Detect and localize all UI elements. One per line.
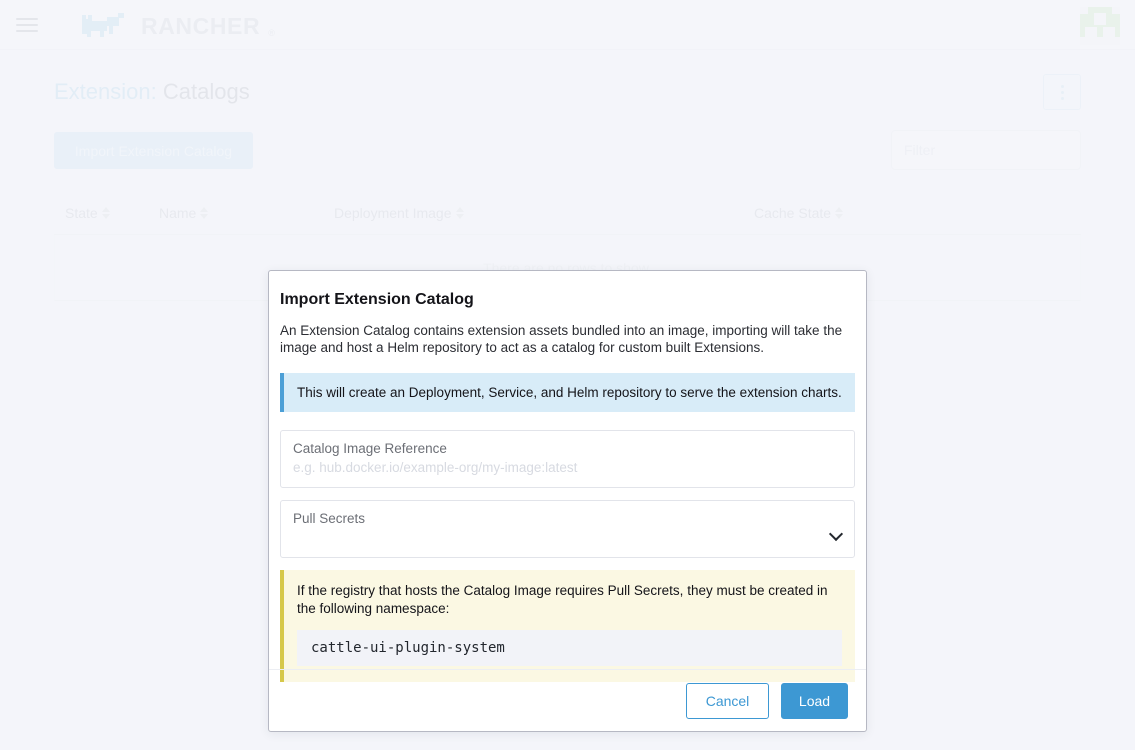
- catalog-image-reference-label: Catalog Image Reference: [293, 441, 447, 456]
- chevron-down-icon[interactable]: [828, 526, 844, 542]
- pull-secrets-select[interactable]: Pull Secrets: [280, 500, 855, 558]
- dialog-footer: Cancel Load: [269, 669, 866, 731]
- load-button[interactable]: Load: [781, 682, 848, 719]
- pull-secrets-warning-banner: If the registry that hosts the Catalog I…: [280, 570, 855, 682]
- dialog-body: Import Extension Catalog An Extension Ca…: [269, 271, 866, 682]
- dialog-description: An Extension Catalog contains extension …: [280, 323, 843, 355]
- warning-text: If the registry that hosts the Catalog I…: [297, 583, 828, 616]
- catalog-image-reference-placeholder: e.g. hub.docker.io/example-org/my-image:…: [293, 460, 578, 475]
- cancel-button[interactable]: Cancel: [686, 682, 769, 719]
- catalog-image-reference-field[interactable]: Catalog Image Reference e.g. hub.docker.…: [280, 430, 855, 488]
- namespace-code-block: cattle-ui-plugin-system: [297, 630, 842, 666]
- dialog-title: Import Extension Catalog: [280, 291, 474, 308]
- import-extension-catalog-dialog: Import Extension Catalog An Extension Ca…: [268, 270, 867, 732]
- pull-secrets-label: Pull Secrets: [293, 511, 366, 526]
- info-banner: This will create an Deployment, Service,…: [280, 373, 855, 412]
